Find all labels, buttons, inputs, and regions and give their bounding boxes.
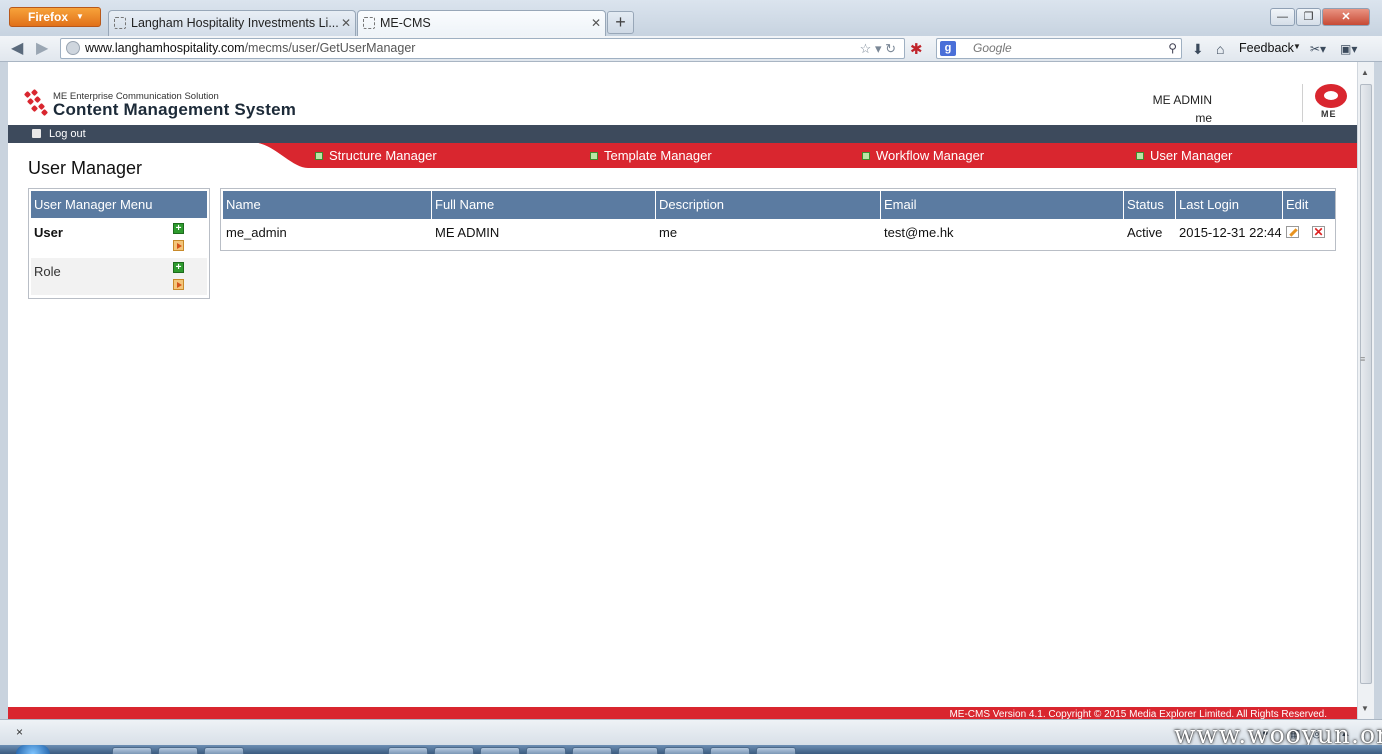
column-header-full-name: Full Name <box>432 191 656 219</box>
edit-icon[interactable] <box>1286 226 1299 238</box>
page-icon <box>114 17 126 29</box>
column-header-last-login: Last Login <box>1176 191 1283 219</box>
user-manager-menu: User Manager Menu User + Role + <box>28 188 210 299</box>
menu-heading: User Manager Menu <box>31 191 207 218</box>
column-header-description: Description <box>656 191 881 219</box>
page-icon <box>363 17 375 29</box>
browser-navbar: ◀ ▶ www.langhamhospitality.com/mecms/use… <box>0 36 1382 62</box>
taskbar-button[interactable] <box>572 747 612 754</box>
taskbar-button[interactable] <box>434 747 474 754</box>
start-button[interactable] <box>16 745 50 754</box>
scroll-down-icon[interactable]: ▼ <box>1361 704 1369 713</box>
nav-structure-manager[interactable]: Structure Manager <box>315 149 437 163</box>
page-footer: ME-CMS Version 4.1. Copyright © 2015 Med… <box>8 707 1357 719</box>
me-brand-logo: ME <box>1313 84 1351 122</box>
cell-description: me <box>659 225 678 240</box>
logout-link[interactable]: Log out <box>32 126 86 142</box>
current-user: ME ADMIN me <box>1153 91 1212 127</box>
open-arrow-icon[interactable] <box>173 279 184 290</box>
cell-email: test@me.hk <box>884 225 954 240</box>
download-icon[interactable]: ⬇ <box>1192 40 1204 58</box>
copyright-text: ME-CMS Version 4.1. Copyright © 2015 Med… <box>949 709 1327 719</box>
tab-me-cms[interactable]: ME-CMS ✕ <box>357 10 606 36</box>
divider <box>1302 84 1303 122</box>
taskbar-button[interactable] <box>158 747 198 754</box>
logout-icon <box>32 129 41 138</box>
back-arrow-icon[interactable]: ◀ <box>11 39 23 59</box>
cell-full-name: ME ADMIN <box>435 225 500 240</box>
add-icon[interactable]: + <box>173 223 184 234</box>
chevron-down-icon[interactable]: ▾ <box>875 41 882 56</box>
top-bar: Log out <box>8 125 1357 143</box>
url-path: /mecms/user/GetUserManager <box>244 41 416 55</box>
column-header-email: Email <box>881 191 1124 219</box>
search-input[interactable]: Google <box>973 41 1012 55</box>
nav-user-manager[interactable]: User Manager <box>1136 149 1232 163</box>
tab-langham[interactable]: Langham Hospitality Investments Li... ✕ <box>108 10 356 36</box>
home-icon[interactable]: ⌂ <box>1216 40 1224 58</box>
cms-logo-icon <box>23 88 49 117</box>
user-icon <box>1136 152 1144 160</box>
menu-item-role[interactable]: Role + <box>31 258 207 295</box>
taskbar-button[interactable] <box>480 747 520 754</box>
page-viewport: ME Enterprise Communication Solution Con… <box>8 62 1357 719</box>
taskbar-button[interactable] <box>204 747 244 754</box>
nav-template-manager[interactable]: Template Manager <box>590 149 712 163</box>
column-header-name: Name <box>223 191 432 219</box>
grip-icon: ≡ <box>1360 354 1366 364</box>
user-fullname: ME ADMIN <box>1152 93 1212 107</box>
new-tab-button[interactable]: + <box>607 11 634 34</box>
user-table: Name Full Name Description Email Status … <box>220 188 1336 251</box>
add-icon[interactable]: + <box>173 262 184 273</box>
taskbar-button[interactable] <box>664 747 704 754</box>
delete-icon[interactable]: ✕ <box>1312 226 1325 238</box>
cell-status: Active <box>1127 225 1163 240</box>
firefox-menu-button[interactable]: Firefox ▼ <box>9 7 101 27</box>
cell-name: me_admin <box>226 225 287 240</box>
star-icon[interactable]: ☆ <box>860 41 872 56</box>
open-arrow-icon[interactable] <box>173 240 184 251</box>
search-icon[interactable]: ⚲ <box>1168 39 1177 58</box>
workflow-icon <box>862 152 870 160</box>
window-close-button[interactable]: ✕ <box>1322 8 1370 26</box>
taskbar-button[interactable] <box>756 747 796 754</box>
close-icon[interactable]: ✕ <box>341 11 351 35</box>
maximize-button[interactable]: ❐ <box>1296 8 1321 26</box>
google-icon[interactable]: g <box>940 41 956 56</box>
addon-icon[interactable]: ✂▾ <box>1310 40 1326 58</box>
taskbar-button[interactable] <box>112 747 152 754</box>
chevron-down-icon[interactable]: ▼ <box>1293 42 1301 51</box>
main-nav: Structure Manager Template Manager Workf… <box>8 143 1357 168</box>
logo-title: Content Management System <box>53 100 297 119</box>
column-header-edit: Edit <box>1283 191 1335 219</box>
taskbar-button[interactable] <box>388 747 428 754</box>
page-title: User Manager <box>28 158 143 178</box>
reload-icon[interactable]: ↻ <box>885 41 896 56</box>
menu-icon[interactable]: ▣▾ <box>1340 40 1357 58</box>
column-header-status: Status <box>1124 191 1176 219</box>
close-icon[interactable]: ✕ <box>591 11 601 35</box>
nav-workflow-manager[interactable]: Workflow Manager <box>862 149 984 163</box>
structure-icon <box>315 152 323 160</box>
search-bar[interactable]: g Google ⚲ <box>936 38 1182 59</box>
feedback-button[interactable]: Feedback <box>1239 41 1294 55</box>
taskbar-button[interactable] <box>526 747 566 754</box>
chevron-down-icon: ▼ <box>76 12 84 21</box>
close-icon[interactable]: × <box>16 725 23 739</box>
taskbar-button[interactable] <box>710 747 750 754</box>
taskbar-button[interactable] <box>618 747 658 754</box>
menu-item-user[interactable]: User + <box>31 219 207 256</box>
minimize-button[interactable]: — <box>1270 8 1295 26</box>
cell-last-login: 2015-12-31 22:44 <box>1179 225 1282 240</box>
vertical-scrollbar[interactable]: ▲ ≡ ▼ <box>1357 62 1374 719</box>
browser-titlebar: Firefox ▼ Langham Hospitality Investment… <box>0 0 1382 36</box>
bookmark-addon-icon[interactable]: ✱ <box>910 40 923 58</box>
url-bar[interactable]: www.langhamhospitality.com/mecms/user/Ge… <box>60 38 905 59</box>
forward-arrow-icon[interactable]: ▶ <box>36 39 48 59</box>
globe-icon <box>66 41 80 55</box>
scroll-thumb[interactable] <box>1360 84 1372 684</box>
template-icon <box>590 152 598 160</box>
url-host: www.langhamhospitality.com <box>85 41 245 55</box>
scroll-up-icon[interactable]: ▲ <box>1361 68 1369 77</box>
